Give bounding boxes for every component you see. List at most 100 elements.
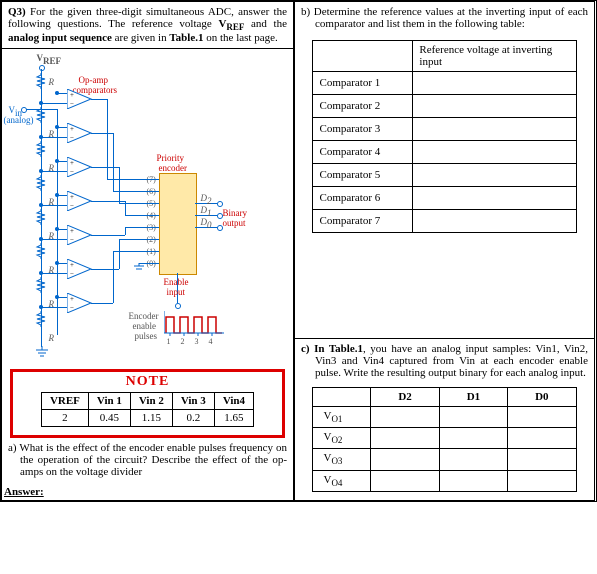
note-h-vin3: Vin 3 — [172, 393, 214, 410]
resistor-icon — [35, 311, 47, 327]
c-h-d1: D1 — [439, 388, 507, 407]
table-row: VO2 — [313, 428, 576, 449]
b-row-5: Comparator 5 — [313, 164, 413, 187]
binary-label: Binary — [223, 208, 248, 218]
note-table: VREF Vin 1 Vin 2 Vin 3 Vin4 2 0.45 1.15 … — [41, 392, 254, 427]
svg-text:−: − — [70, 270, 74, 278]
table-row: VO4 — [313, 470, 576, 491]
c-h-d0: D0 — [508, 388, 576, 407]
encoder-label-1: Priority — [157, 153, 185, 163]
comparator-icon: +− — [67, 293, 93, 313]
table-row: Comparator 4 — [313, 141, 576, 164]
encoder-label-2: encoder — [159, 163, 187, 173]
comparator-icon: +− — [67, 191, 93, 211]
note-box: NOTE VREF Vin 1 Vin 2 Vin 3 Vin4 2 0.45 … — [10, 369, 285, 438]
c-row-vo1: VO1 — [313, 407, 371, 428]
b-row-4: Comparator 4 — [313, 141, 413, 164]
part-a-text: What is the effect of the encoder enable… — [19, 442, 287, 478]
encpulse-label-1: Encoder — [129, 311, 159, 321]
resistor-icon — [35, 73, 47, 89]
note-h-vin2: Vin 2 — [130, 393, 172, 410]
d1-label: D1 — [201, 205, 212, 218]
d0-label: D0 — [201, 217, 212, 230]
svg-text:−: − — [70, 134, 74, 142]
resistor-icon — [35, 209, 47, 225]
part-b-label: b) — [301, 6, 310, 18]
table-row: Comparator 1 — [313, 72, 576, 95]
part-a: a) What is the effect of the encoder ena… — [2, 440, 293, 480]
part-b-table: Reference voltage at inverting input Com… — [312, 40, 576, 233]
resistor-icon — [35, 141, 47, 157]
q3-bold2: analog input sequence — [8, 32, 112, 44]
svg-text:−: − — [70, 236, 74, 244]
c-row-vo3: VO3 — [313, 449, 371, 470]
b-row-1: Comparator 1 — [313, 72, 413, 95]
part-c-label: c) — [301, 343, 310, 355]
enable-label-2: input — [167, 287, 186, 297]
priority-encoder — [159, 173, 197, 275]
svg-text:−: − — [70, 304, 74, 312]
table-row: Comparator 6 — [313, 187, 576, 210]
svg-text:−: − — [70, 168, 74, 176]
svg-text:+: + — [70, 91, 74, 99]
table-row: Comparator 7 — [313, 210, 576, 233]
comparator-icon: +− — [67, 89, 93, 109]
part-c-table: D2D1D0 VO1 VO2 VO3 VO4 — [312, 387, 576, 492]
table-row: VO1 — [313, 407, 576, 428]
resistor-icon — [35, 175, 47, 191]
part-b-text: Determine the reference values at the in… — [314, 6, 588, 30]
c-h-d2: D2 — [371, 388, 439, 407]
adc-circuit-diagram: VREF Vin (analog) Op-amp comparators — [9, 53, 287, 363]
tick-1: 1 — [167, 337, 171, 346]
encpulse-label-3: pulses — [135, 331, 158, 341]
table-row: VO3 — [313, 449, 576, 470]
svg-text:−: − — [70, 100, 74, 108]
encpulse-label-2: enable — [133, 321, 156, 331]
part-a-label: a) — [8, 442, 17, 454]
resistor-icon — [35, 107, 47, 123]
b-header: Reference voltage at inverting input — [413, 41, 576, 72]
b-row-2: Comparator 2 — [313, 95, 413, 118]
tick-4: 4 — [209, 337, 213, 346]
q3-text-2: and the — [244, 18, 287, 30]
svg-text:+: + — [70, 261, 74, 269]
part-c: c) In Table.1, you have an analog input … — [295, 339, 594, 500]
note-vin2-val: 1.15 — [130, 410, 172, 427]
b-row-6: Comparator 6 — [313, 187, 413, 210]
b-row-7: Comparator 7 — [313, 210, 413, 233]
note-vin4-val: 1.65 — [214, 410, 253, 427]
r-label: R — [49, 77, 55, 87]
svg-text:+: + — [70, 227, 74, 235]
note-vref-val: 2 — [41, 410, 88, 427]
comparator-icon: +− — [67, 157, 93, 177]
comparator-icon: +− — [67, 259, 93, 279]
note-h-vin4: Vin4 — [214, 393, 253, 410]
table-row: Comparator 2 — [313, 95, 576, 118]
comparator-icon: +− — [67, 123, 93, 143]
answer-label: Answer: — [4, 486, 293, 498]
note-title: NOTE — [17, 374, 278, 390]
opamp-label: Op-amp — [79, 75, 109, 85]
table-row: 2 0.45 1.15 0.2 1.65 — [41, 410, 253, 427]
note-vin1-val: 0.45 — [88, 410, 130, 427]
c-row-vo4: VO4 — [313, 470, 371, 491]
svg-text:+: + — [70, 159, 74, 167]
comparator-icon: +− — [67, 225, 93, 245]
vref-label: VREF — [37, 53, 62, 66]
table-row: Comparator 5 — [313, 164, 576, 187]
q3-vref: VREF — [218, 18, 244, 30]
right-column: b) Determine the reference values at the… — [294, 1, 595, 501]
enable-label-1: Enable — [164, 277, 189, 287]
r-label: R — [49, 333, 55, 343]
analog-label: (analog) — [4, 115, 34, 125]
d2-label: D2 — [201, 193, 212, 206]
page: Q3) For the given three-digit simultaneo… — [0, 0, 597, 502]
svg-text:+: + — [70, 193, 74, 201]
svg-text:+: + — [70, 125, 74, 133]
tick-3: 3 — [195, 337, 199, 346]
q3-text-4: on the last page. — [204, 32, 278, 44]
q3-label: Q3) — [8, 6, 26, 18]
q3-intro: Q3) For the given three-digit simultaneo… — [2, 2, 293, 49]
left-column: Q3) For the given three-digit simultaneo… — [1, 1, 294, 501]
output-label: output — [223, 218, 246, 228]
